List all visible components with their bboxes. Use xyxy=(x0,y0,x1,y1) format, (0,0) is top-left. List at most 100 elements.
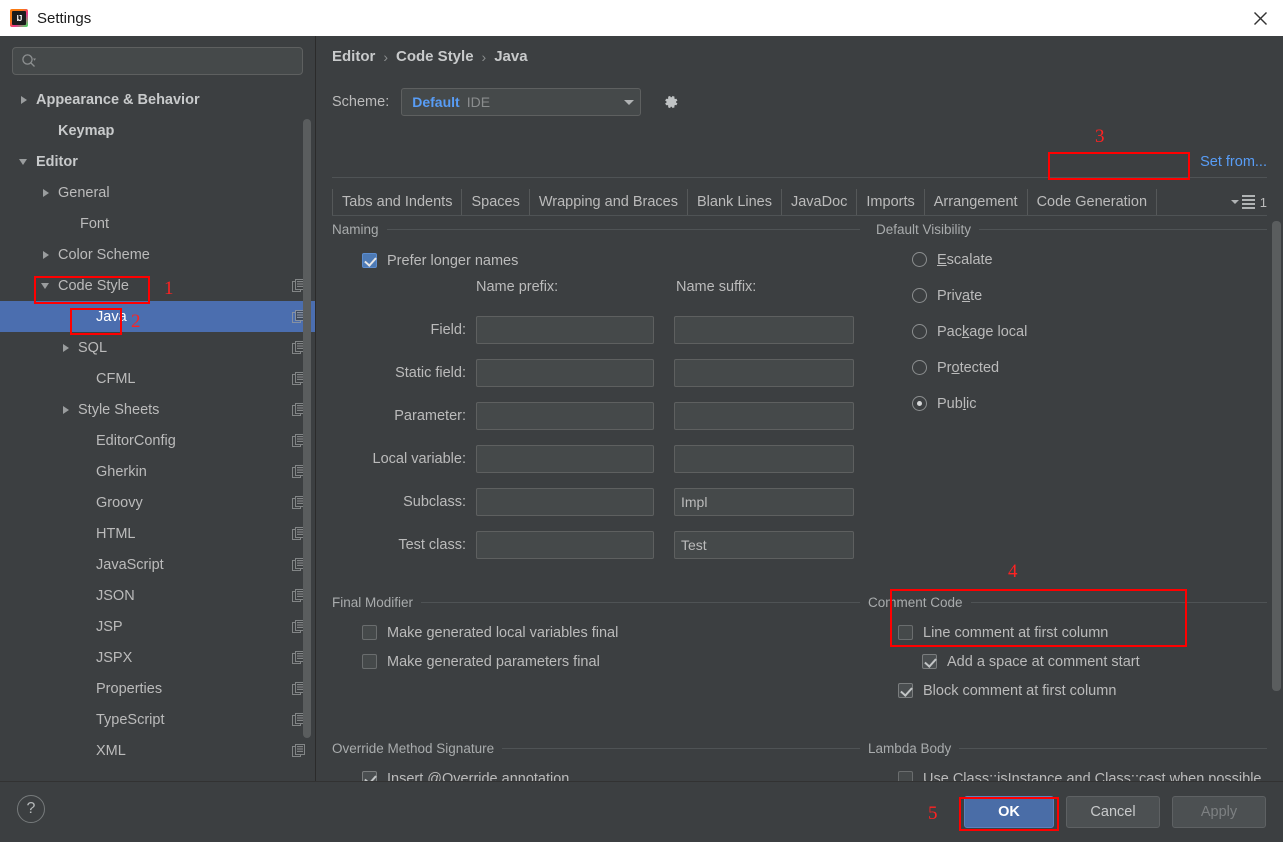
radio-indicator xyxy=(912,324,927,339)
sidebar-item-html[interactable]: HTML xyxy=(0,518,315,549)
sidebar-item-color-scheme[interactable]: Color Scheme xyxy=(0,239,315,270)
main-scrollbar[interactable] xyxy=(1272,221,1281,691)
checkbox-add-a-space-at-comment-start[interactable]: Add a space at comment start xyxy=(922,647,1267,676)
sidebar-item-jspx[interactable]: JSPX xyxy=(0,642,315,673)
name-suffix-input[interactable] xyxy=(674,445,854,473)
sidebar-item-general[interactable]: General xyxy=(0,177,315,208)
divider xyxy=(332,177,1267,178)
name-prefix-input[interactable] xyxy=(476,445,654,473)
tab-javadoc[interactable]: JavaDoc xyxy=(782,189,858,215)
radio-indicator xyxy=(912,252,927,267)
radio-label: Public xyxy=(937,395,977,412)
tab-code-generation[interactable]: Code Generation xyxy=(1028,189,1158,215)
chevron-right-icon[interactable] xyxy=(18,93,32,107)
checkbox-use-class-isinstance-and-class-cast-when[interactable]: Use Class::isInstance and Class::cast wh… xyxy=(898,764,1267,781)
tab-blank-lines[interactable]: Blank Lines xyxy=(688,189,782,215)
tab-tabs-and-indents[interactable]: Tabs and Indents xyxy=(332,189,463,215)
prefer-longer-names-checkbox[interactable]: Prefer longer names xyxy=(362,246,860,275)
sidebar-item-label: Groovy xyxy=(96,494,143,511)
search-input[interactable] xyxy=(37,48,294,74)
name-prefix-input[interactable] xyxy=(476,316,654,344)
chevron-right-icon[interactable] xyxy=(40,248,54,262)
cancel-button[interactable]: Cancel xyxy=(1066,796,1160,828)
radio-protected[interactable]: Protected xyxy=(912,355,1267,380)
sidebar-item-javascript[interactable]: JavaScript xyxy=(0,549,315,580)
radio-escalate[interactable]: Escalate xyxy=(912,247,1267,272)
sidebar-item-properties[interactable]: Properties xyxy=(0,673,315,704)
sidebar-item-json[interactable]: JSON xyxy=(0,580,315,611)
sidebar-item-sql[interactable]: SQL xyxy=(0,332,315,363)
set-from-link[interactable]: Set from... xyxy=(1200,154,1267,170)
name-prefix-input[interactable] xyxy=(476,359,654,387)
radio-package-local[interactable]: Package local xyxy=(912,319,1267,344)
checkbox-make-generated-parameters-final[interactable]: Make generated parameters final xyxy=(362,647,860,676)
chevron-right-icon[interactable] xyxy=(60,341,74,355)
apply-button[interactable]: Apply xyxy=(1172,796,1266,828)
final-modifier-group: Final Modifier Make generated local vari… xyxy=(332,595,860,676)
close-icon[interactable] xyxy=(1237,0,1283,36)
radio-private[interactable]: Private xyxy=(912,283,1267,308)
name-prefix-input[interactable] xyxy=(476,402,654,430)
sidebar-item-code-style[interactable]: Code Style xyxy=(0,270,315,301)
dialog-footer: ? OK Cancel Apply xyxy=(0,781,1283,842)
checkbox-line-comment-at-first-column[interactable]: Line comment at first column xyxy=(898,618,1267,647)
naming-group: Naming Prefer longer names Name prefix: … xyxy=(332,222,860,559)
radio-public[interactable]: Public xyxy=(912,391,1267,416)
name-prefix-input[interactable] xyxy=(476,531,654,559)
name-suffix-input[interactable] xyxy=(674,488,854,516)
sidebar-item-style-sheets[interactable]: Style Sheets xyxy=(0,394,315,425)
sidebar-item-appearance-behavior[interactable]: Appearance & Behavior xyxy=(0,84,315,115)
chevron-right-icon[interactable] xyxy=(40,186,54,200)
name-suffix-input[interactable] xyxy=(674,531,854,559)
breadcrumb-separator: › xyxy=(383,48,389,65)
tab-imports[interactable]: Imports xyxy=(857,189,925,215)
chevron-down-icon[interactable] xyxy=(18,155,32,169)
checkbox-block-comment-at-first-column[interactable]: Block comment at first column xyxy=(898,676,1267,705)
sidebar-item-label: TypeScript xyxy=(96,711,165,728)
checkbox-indicator xyxy=(362,771,377,781)
naming-row-label: Test class: xyxy=(398,537,466,553)
sidebar-item-editorconfig[interactable]: EditorConfig xyxy=(0,425,315,456)
checkbox-make-generated-local-variables-final[interactable]: Make generated local variables final xyxy=(362,618,860,647)
radio-label: Protected xyxy=(937,359,1000,376)
checkbox-insert-override-annotation[interactable]: Insert @Override annotation xyxy=(362,764,860,781)
name-suffix-input[interactable] xyxy=(674,402,854,430)
name-prefix-input[interactable] xyxy=(476,488,654,516)
tab-underline xyxy=(332,215,1267,216)
tab-arrangement[interactable]: Arrangement xyxy=(925,189,1028,215)
breadcrumb-item-code-style[interactable]: Code Style xyxy=(396,48,474,65)
sidebar-item-jsp[interactable]: JSP xyxy=(0,611,315,642)
sidebar-item-editor[interactable]: Editor xyxy=(0,146,315,177)
ok-button[interactable]: OK xyxy=(964,796,1054,828)
sidebar-item-label: CFML xyxy=(96,370,136,387)
name-suffix-input[interactable] xyxy=(674,316,854,344)
sidebar-item-xml[interactable]: XML xyxy=(0,735,315,766)
radio-label: Package local xyxy=(937,323,1028,340)
breadcrumb-item-java[interactable]: Java xyxy=(494,48,527,65)
breadcrumb-item-editor[interactable]: Editor xyxy=(332,48,375,65)
sidebar-item-cfml[interactable]: CFML xyxy=(0,363,315,394)
checkbox-label: Insert @Override annotation xyxy=(387,770,570,782)
sidebar-scrollbar[interactable] xyxy=(303,119,311,738)
chevron-down-icon[interactable] xyxy=(40,279,54,293)
copy-scheme-icon[interactable] xyxy=(292,744,305,757)
window-title: Settings xyxy=(37,9,92,27)
sidebar-item-java[interactable]: Java xyxy=(0,301,315,332)
radio-label: Private xyxy=(937,287,983,304)
tab-overflow-menu[interactable]: 1 xyxy=(1223,189,1267,215)
gear-icon[interactable] xyxy=(661,92,681,112)
search-box[interactable] xyxy=(12,47,303,75)
name-suffix-input[interactable] xyxy=(674,359,854,387)
scheme-dropdown[interactable]: Default IDE xyxy=(401,88,642,116)
sidebar-item-groovy[interactable]: Groovy xyxy=(0,487,315,518)
tab-spaces[interactable]: Spaces xyxy=(462,189,530,215)
sidebar-item-font[interactable]: Font xyxy=(0,208,315,239)
sidebar-item-gherkin[interactable]: Gherkin xyxy=(0,456,315,487)
chevron-right-icon[interactable] xyxy=(60,403,74,417)
tab-wrapping-and-braces[interactable]: Wrapping and Braces xyxy=(530,189,689,215)
sidebar-item-label: Code Style xyxy=(58,277,129,294)
sidebar-item-keymap[interactable]: Keymap xyxy=(0,115,315,146)
sidebar-item-typescript[interactable]: TypeScript xyxy=(0,704,315,735)
help-icon[interactable]: ? xyxy=(17,795,45,823)
